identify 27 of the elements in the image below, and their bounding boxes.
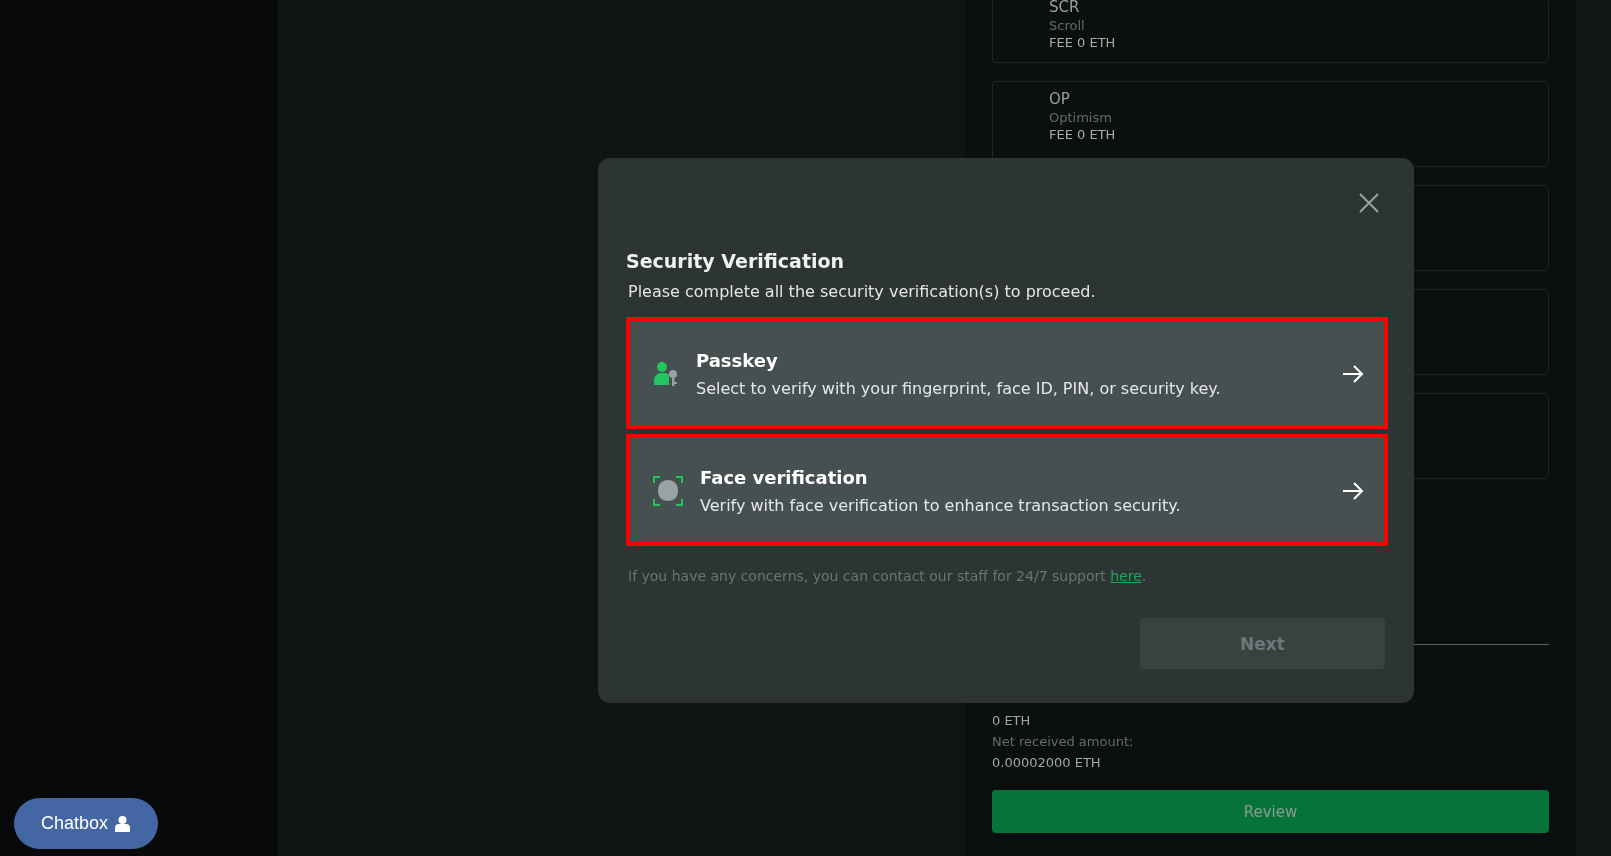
- network-card[interactable]: SCR Scroll FEE 0 ETH: [992, 0, 1549, 63]
- network-symbol: OP: [1049, 90, 1071, 108]
- face-scan-icon: [652, 475, 684, 507]
- verification-option[interactable]: Face verification Verify with face verification to enhance transaction security.: [626, 434, 1388, 546]
- summary-label: Net received amount:: [992, 734, 1135, 749]
- verification-option[interactable]: Passkey Select to verify with your fingerprint, face ID, PIN, or security key.: [626, 317, 1388, 429]
- summary-value: 0 ETH: [992, 713, 1032, 728]
- chatbox-button[interactable]: Chatbox: [14, 798, 158, 849]
- dialog-title: Security Verification: [626, 250, 846, 272]
- support-text: If you have any concerns, you can contact our staff for 24/7 support here.: [628, 568, 1148, 584]
- option-title: Passkey: [696, 350, 779, 371]
- support-link[interactable]: here: [1110, 568, 1142, 584]
- user-icon: [114, 815, 131, 832]
- arrow-right-icon: [1342, 481, 1364, 501]
- close-icon[interactable]: [1358, 192, 1380, 214]
- network-symbol: SCR: [1049, 0, 1081, 16]
- network-name: Scroll: [1049, 18, 1086, 33]
- option-description: Select to verify with your fingerprint, face ID, PIN, or security key.: [696, 379, 1222, 398]
- arrow-right-icon: [1342, 364, 1364, 384]
- dialog-subtitle: Please complete all the security verification(s) to proceed.: [628, 282, 1097, 301]
- option-title: Face verification: [700, 467, 869, 488]
- option-description: Verify with face verification to enhance transaction security.: [700, 496, 1182, 515]
- summary-value: 0.00002000 ETH: [992, 755, 1102, 770]
- network-name: Optimism: [1049, 110, 1113, 125]
- network-fee: FEE 0 ETH: [1049, 35, 1117, 50]
- network-fee: FEE 0 ETH: [1049, 127, 1117, 142]
- user-key-icon: [652, 360, 680, 388]
